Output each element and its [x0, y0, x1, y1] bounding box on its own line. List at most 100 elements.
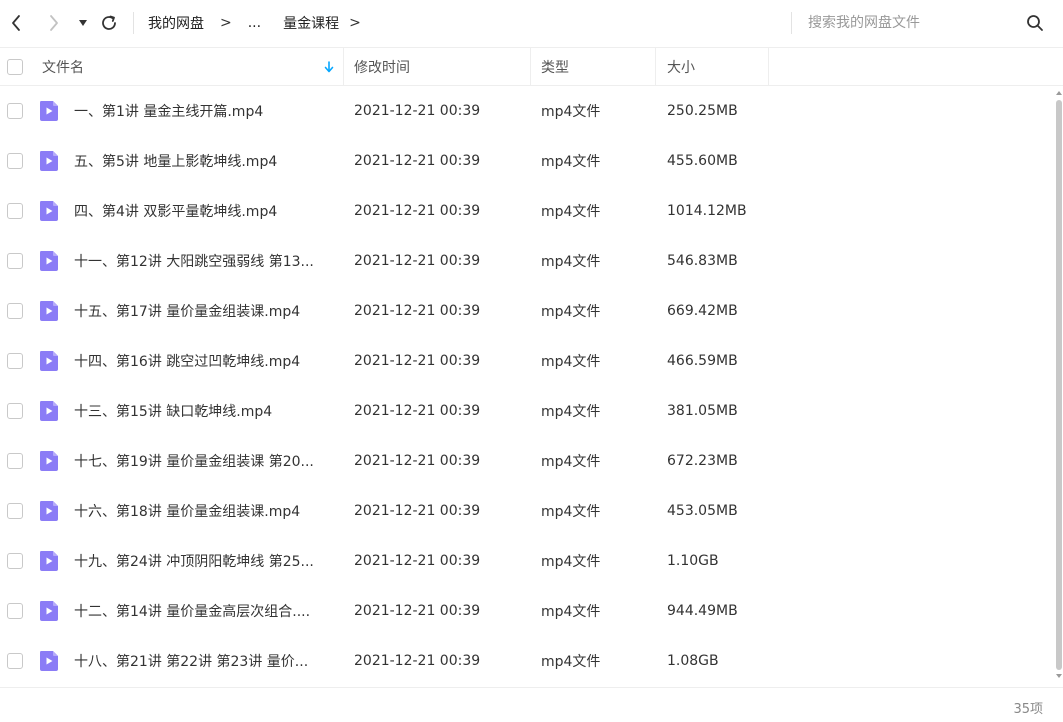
video-file-icon	[40, 301, 58, 321]
row-checkbox[interactable]	[7, 503, 23, 519]
file-size: 546.83MB	[667, 253, 738, 269]
column-header-modified[interactable]: 修改时间	[354, 48, 410, 86]
breadcrumb-current[interactable]: 量金课程	[283, 13, 339, 33]
column-divider[interactable]	[655, 48, 656, 86]
file-type: mp4文件	[541, 404, 601, 420]
column-header-type-label: 类型	[541, 60, 569, 76]
video-file-icon	[40, 101, 58, 121]
file-modified-time: 2021-12-21 00:39	[354, 303, 481, 319]
file-name[interactable]: 十六、第18讲 量价量金组装课.mp4	[74, 486, 336, 536]
file-row[interactable]: 十五、第17讲 量价量金组装课.mp4 2021-12-21 00:39 mp4…	[0, 286, 1056, 336]
nav-divider	[133, 12, 134, 34]
file-list: 一、第1讲 量金主线开篇.mp4 2021-12-21 00:39 mp4文件 …	[0, 86, 1056, 686]
file-name[interactable]: 五、第5讲 地量上影乾坤线.mp4	[74, 136, 336, 186]
breadcrumb-separator[interactable]: >	[349, 15, 361, 31]
file-row[interactable]: 十八、第21讲 第22讲 第23讲 量价... 2021-12-21 00:39…	[0, 636, 1056, 686]
video-file-icon	[40, 201, 58, 221]
video-file-icon	[40, 151, 58, 171]
file-modified-time: 2021-12-21 00:39	[354, 153, 481, 169]
item-count: 35项	[1013, 702, 1043, 717]
row-checkbox[interactable]	[7, 103, 23, 119]
vertical-scrollbar[interactable]	[1055, 90, 1063, 680]
row-checkbox[interactable]	[7, 653, 23, 669]
back-button[interactable]	[6, 12, 26, 34]
file-row[interactable]: 五、第5讲 地量上影乾坤线.mp4 2021-12-21 00:39 mp4文件…	[0, 136, 1056, 186]
breadcrumb-root[interactable]: 我的网盘	[148, 13, 204, 33]
video-file-icon	[40, 601, 58, 621]
search-button[interactable]	[1024, 12, 1046, 34]
file-row[interactable]: 四、第4讲 双影平量乾坤线.mp4 2021-12-21 00:39 mp4文件…	[0, 186, 1056, 236]
search-icon	[1027, 15, 1043, 31]
file-modified-time: 2021-12-21 00:39	[354, 503, 481, 519]
scroll-down-arrow-icon[interactable]	[1056, 673, 1062, 679]
column-divider[interactable]	[530, 48, 531, 86]
file-modified-time: 2021-12-21 00:39	[354, 403, 481, 419]
row-select-cell	[7, 336, 23, 386]
row-checkbox[interactable]	[7, 153, 23, 169]
file-size: 669.42MB	[667, 303, 738, 319]
scrollbar-thumb[interactable]	[1056, 100, 1062, 670]
file-name[interactable]: 十七、第19讲 量价量金组装课 第20...	[74, 436, 336, 486]
file-size: 453.05MB	[667, 503, 738, 519]
file-modified-time: 2021-12-21 00:39	[354, 253, 481, 269]
file-name[interactable]: 十一、第12讲 大阳跳空强弱线 第13...	[74, 236, 336, 286]
file-name[interactable]: 十二、第14讲 量价量金高层次组合....	[74, 586, 336, 636]
file-name[interactable]: 一、第1讲 量金主线开篇.mp4	[74, 86, 336, 136]
search-input[interactable]	[808, 10, 1008, 36]
file-name[interactable]: 十三、第15讲 缺口乾坤线.mp4	[74, 386, 336, 436]
file-modified-time: 2021-12-21 00:39	[354, 553, 481, 569]
row-checkbox[interactable]	[7, 303, 23, 319]
row-select-cell	[7, 86, 23, 136]
file-row[interactable]: 十一、第12讲 大阳跳空强弱线 第13... 2021-12-21 00:39 …	[0, 236, 1056, 286]
file-name[interactable]: 十四、第16讲 跳空过凹乾坤线.mp4	[74, 336, 336, 386]
row-select-cell	[7, 536, 23, 586]
row-select-cell	[7, 286, 23, 336]
column-header-name[interactable]: 文件名	[42, 48, 342, 86]
row-checkbox[interactable]	[7, 553, 23, 569]
refresh-button[interactable]	[98, 12, 120, 34]
column-header-type[interactable]: 类型	[541, 48, 569, 86]
file-size: 455.60MB	[667, 153, 738, 169]
column-divider[interactable]	[343, 48, 344, 86]
row-checkbox[interactable]	[7, 453, 23, 469]
select-all-checkbox[interactable]	[7, 59, 23, 75]
chevron-right-icon	[50, 15, 58, 31]
file-name[interactable]: 十九、第24讲 冲顶阴阳乾坤线 第25...	[74, 536, 336, 586]
row-checkbox[interactable]	[7, 603, 23, 619]
row-checkbox[interactable]	[7, 353, 23, 369]
history-dropdown-button[interactable]	[76, 12, 90, 34]
file-modified-time: 2021-12-21 00:39	[354, 353, 481, 369]
row-checkbox[interactable]	[7, 253, 23, 269]
file-name[interactable]: 四、第4讲 双影平量乾坤线.mp4	[74, 186, 336, 236]
file-name[interactable]: 十八、第21讲 第22讲 第23讲 量价...	[74, 636, 336, 686]
column-header-size[interactable]: 大小	[667, 48, 695, 86]
file-modified-time: 2021-12-21 00:39	[354, 603, 481, 619]
search-divider	[791, 12, 792, 34]
file-row[interactable]: 十三、第15讲 缺口乾坤线.mp4 2021-12-21 00:39 mp4文件…	[0, 386, 1056, 436]
file-row[interactable]: 十二、第14讲 量价量金高层次组合.... 2021-12-21 00:39 m…	[0, 586, 1056, 636]
forward-button[interactable]	[44, 12, 64, 34]
row-checkbox[interactable]	[7, 403, 23, 419]
file-type: mp4文件	[541, 504, 601, 520]
file-row[interactable]: 一、第1讲 量金主线开篇.mp4 2021-12-21 00:39 mp4文件 …	[0, 86, 1056, 136]
file-size: 1014.12MB	[667, 203, 747, 219]
row-checkbox[interactable]	[7, 203, 23, 219]
file-size: 381.05MB	[667, 403, 738, 419]
file-row[interactable]: 十九、第24讲 冲顶阴阳乾坤线 第25... 2021-12-21 00:39 …	[0, 536, 1056, 586]
row-select-cell	[7, 636, 23, 686]
file-size: 944.49MB	[667, 603, 738, 619]
row-select-cell	[7, 486, 23, 536]
file-type: mp4文件	[541, 554, 601, 570]
sort-arrow-down-icon[interactable]	[324, 61, 334, 73]
video-file-icon	[40, 501, 58, 521]
file-row[interactable]: 十六、第18讲 量价量金组装课.mp4 2021-12-21 00:39 mp4…	[0, 486, 1056, 536]
column-divider[interactable]	[768, 48, 769, 86]
video-file-icon	[40, 351, 58, 371]
file-name[interactable]: 十五、第17讲 量价量金组装课.mp4	[74, 286, 336, 336]
breadcrumb-ellipsis[interactable]: ...	[248, 15, 261, 31]
file-size: 466.59MB	[667, 353, 738, 369]
scroll-up-arrow-icon[interactable]	[1056, 90, 1062, 96]
refresh-icon	[102, 15, 116, 30]
file-row[interactable]: 十七、第19讲 量价量金组装课 第20... 2021-12-21 00:39 …	[0, 436, 1056, 486]
file-row[interactable]: 十四、第16讲 跳空过凹乾坤线.mp4 2021-12-21 00:39 mp4…	[0, 336, 1056, 386]
